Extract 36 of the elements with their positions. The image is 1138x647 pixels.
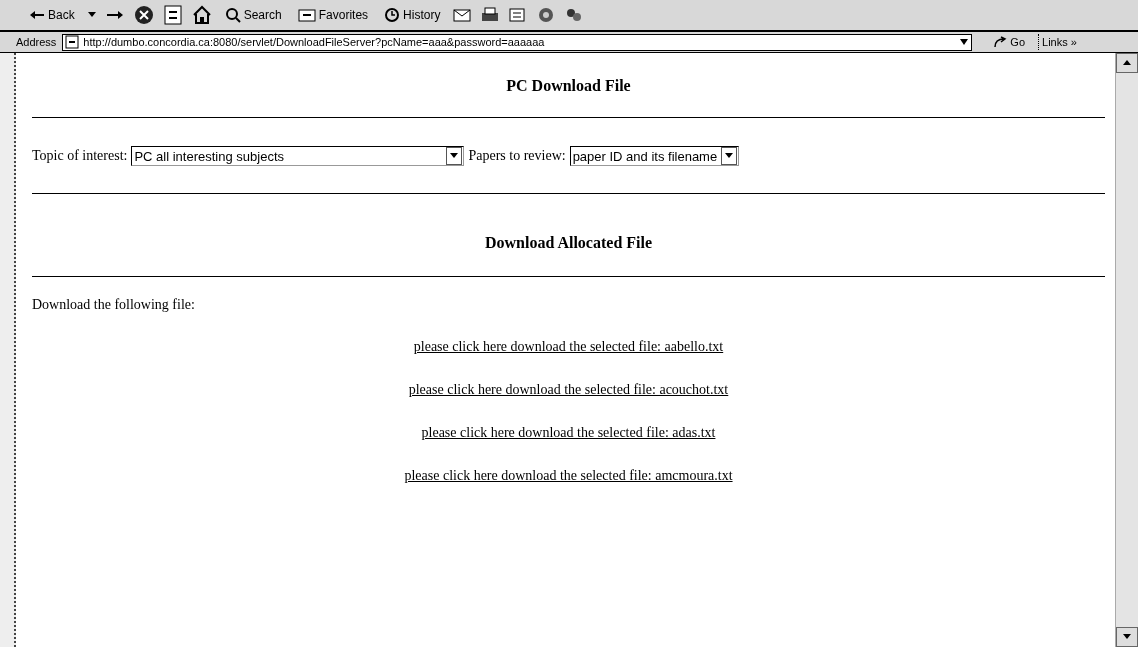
dropdown-arrow-icon xyxy=(725,153,734,159)
scroll-down-arrow-icon[interactable] xyxy=(1123,634,1131,640)
forward-arrow-icon[interactable] xyxy=(105,10,124,20)
address-field[interactable]: http://dumbo.concordia.ca:8080/servlet/DownloadFileServer?pcName=aaa&password=aaaaaa xyxy=(62,33,973,51)
download-link[interactable]: please click here download the selected file: amcmoura.txt xyxy=(404,468,733,484)
go-button[interactable]: Go xyxy=(990,34,1029,50)
section-title: Download Allocated File xyxy=(483,234,654,252)
download-link[interactable]: please click here download the selected file: aabello.txt xyxy=(413,339,724,355)
stop-icon[interactable] xyxy=(133,5,154,25)
page-title: PC Download File xyxy=(505,77,632,95)
dropdown-arrow-icon[interactable] xyxy=(959,38,970,46)
search-icon xyxy=(224,7,241,23)
curved-arrow-icon xyxy=(993,36,1008,48)
download-link[interactable]: please click here download the selected file: adas.txt xyxy=(421,425,716,441)
history-button[interactable]: History xyxy=(381,5,444,25)
topic-label: Topic of interest: xyxy=(32,148,128,164)
intro-text: Download the following file: xyxy=(32,297,196,313)
search-button[interactable]: Search xyxy=(221,5,285,25)
back-button[interactable]: Back xyxy=(26,6,78,24)
dropdown-caret-icon[interactable] xyxy=(87,12,96,18)
mail-icon[interactable] xyxy=(453,7,472,23)
home-icon[interactable] xyxy=(191,5,212,25)
dropdown-arrow-icon xyxy=(450,153,459,159)
topic-dropdown[interactable]: PC all interesting subjects xyxy=(131,146,465,166)
scroll-up-arrow-icon[interactable] xyxy=(1123,60,1131,66)
vertical-scrollbar[interactable] xyxy=(1115,53,1138,647)
page-icon xyxy=(65,35,80,49)
papers-dropdown[interactable]: paper ID and its filename xyxy=(569,146,740,166)
clock-icon xyxy=(384,7,401,23)
papers-label: Papers to review: xyxy=(468,148,566,164)
address-label: Address xyxy=(15,36,58,48)
print-icon[interactable] xyxy=(481,7,500,23)
links-button[interactable]: Links » xyxy=(1038,34,1080,50)
download-link[interactable]: please click here download the selected file: acouchot.txt xyxy=(408,382,729,398)
back-arrow-icon xyxy=(29,10,45,20)
favorites-button[interactable]: Favorites xyxy=(294,6,372,24)
